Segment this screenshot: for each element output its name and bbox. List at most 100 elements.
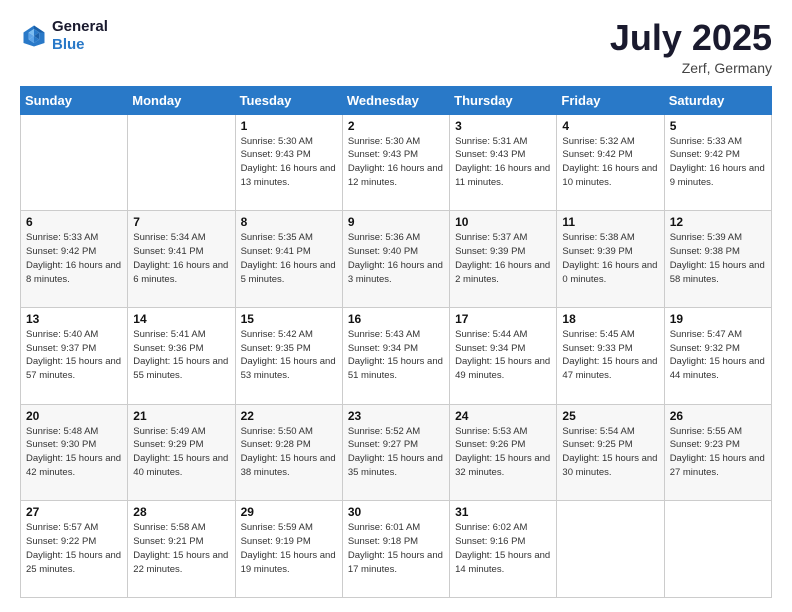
title-block: July 2025 Zerf, Germany — [610, 18, 772, 76]
day-info: Sunrise: 5:41 AMSunset: 9:36 PMDaylight:… — [133, 328, 229, 383]
calendar-cell: 16 Sunrise: 5:43 AMSunset: 9:34 PMDayligh… — [342, 307, 449, 404]
calendar-cell: 20 Sunrise: 5:48 AMSunset: 9:30 PMDayligh… — [21, 404, 128, 501]
day-number: 28 — [133, 505, 229, 519]
day-number: 16 — [348, 312, 444, 326]
day-number: 2 — [348, 119, 444, 133]
calendar-cell: 4 Sunrise: 5:32 AMSunset: 9:42 PMDaylight… — [557, 114, 664, 211]
day-number: 25 — [562, 409, 658, 423]
calendar-week-2: 6 Sunrise: 5:33 AMSunset: 9:42 PMDaylight… — [21, 211, 772, 308]
calendar-cell: 10Sunrise: 5:37 AMSunset: 9:39 PMDayligh… — [450, 211, 557, 308]
calendar-cell: 14 Sunrise: 5:41 AMSunset: 9:36 PMDayligh… — [128, 307, 235, 404]
calendar-cell — [557, 501, 664, 598]
day-info: Sunrise: 5:40 AMSunset: 9:37 PMDaylight:… — [26, 328, 122, 383]
day-info: Sunrise: 5:30 AMSunset: 9:43 PMDaylight:… — [241, 135, 337, 190]
day-number: 13 — [26, 312, 122, 326]
day-info: Sunrise: 5:38 AMSunset: 9:39 PMDaylight:… — [562, 231, 658, 286]
day-number: 27 — [26, 505, 122, 519]
day-info: Sunrise: 5:33 AMSunset: 9:42 PMDaylight:… — [670, 135, 766, 190]
day-number: 14 — [133, 312, 229, 326]
day-number: 17 — [455, 312, 551, 326]
day-number: 22 — [241, 409, 337, 423]
day-number: 26 — [670, 409, 766, 423]
calendar-cell: 28 Sunrise: 5:58 AMSunset: 9:21 PMDayligh… — [128, 501, 235, 598]
calendar-cell: 12 Sunrise: 5:39 AMSunset: 9:38 PMDayligh… — [664, 211, 771, 308]
day-number: 19 — [670, 312, 766, 326]
calendar-cell: 24 Sunrise: 5:53 AMSunset: 9:26 PMDayligh… — [450, 404, 557, 501]
col-sunday: Sunday — [21, 86, 128, 114]
calendar-cell: 18 Sunrise: 5:45 AMSunset: 9:33 PMDayligh… — [557, 307, 664, 404]
day-info: Sunrise: 5:32 AMSunset: 9:42 PMDaylight:… — [562, 135, 658, 190]
page: General Blue July 2025 Zerf, Germany Sun… — [0, 0, 792, 612]
calendar-week-1: 1 Sunrise: 5:30 AMSunset: 9:43 PMDaylight… — [21, 114, 772, 211]
col-tuesday: Tuesday — [235, 86, 342, 114]
calendar-cell — [128, 114, 235, 211]
calendar-cell: 2 Sunrise: 5:30 AMSunset: 9:43 PMDaylight… — [342, 114, 449, 211]
day-number: 5 — [670, 119, 766, 133]
day-number: 20 — [26, 409, 122, 423]
month-title: July 2025 — [610, 18, 772, 58]
col-friday: Friday — [557, 86, 664, 114]
day-info: Sunrise: 5:30 AMSunset: 9:43 PMDaylight:… — [348, 135, 444, 190]
day-info: Sunrise: 5:35 AMSunset: 9:41 PMDaylight:… — [241, 231, 337, 286]
day-info: Sunrise: 5:45 AMSunset: 9:33 PMDaylight:… — [562, 328, 658, 383]
day-number: 30 — [348, 505, 444, 519]
day-number: 11 — [562, 215, 658, 229]
logo-text: General Blue — [52, 18, 108, 54]
day-info: Sunrise: 6:01 AMSunset: 9:18 PMDaylight:… — [348, 521, 444, 576]
day-number: 6 — [26, 215, 122, 229]
calendar-table: Sunday Monday Tuesday Wednesday Thursday… — [20, 86, 772, 598]
day-info: Sunrise: 5:58 AMSunset: 9:21 PMDaylight:… — [133, 521, 229, 576]
col-thursday: Thursday — [450, 86, 557, 114]
day-number: 4 — [562, 119, 658, 133]
calendar-week-4: 20 Sunrise: 5:48 AMSunset: 9:30 PMDayligh… — [21, 404, 772, 501]
day-number: 24 — [455, 409, 551, 423]
day-info: Sunrise: 5:37 AMSunset: 9:39 PMDaylight:… — [455, 231, 551, 286]
day-info: Sunrise: 5:50 AMSunset: 9:28 PMDaylight:… — [241, 425, 337, 480]
calendar-cell: 30 Sunrise: 6:01 AMSunset: 9:18 PMDayligh… — [342, 501, 449, 598]
day-info: Sunrise: 5:49 AMSunset: 9:29 PMDaylight:… — [133, 425, 229, 480]
calendar-cell: 15 Sunrise: 5:42 AMSunset: 9:35 PMDayligh… — [235, 307, 342, 404]
day-info: Sunrise: 5:36 AMSunset: 9:40 PMDaylight:… — [348, 231, 444, 286]
day-info: Sunrise: 5:53 AMSunset: 9:26 PMDaylight:… — [455, 425, 551, 480]
calendar-cell: 23Sunrise: 5:52 AMSunset: 9:27 PMDayligh… — [342, 404, 449, 501]
day-number: 8 — [241, 215, 337, 229]
calendar-cell: 22 Sunrise: 5:50 AMSunset: 9:28 PMDayligh… — [235, 404, 342, 501]
calendar-week-5: 27Sunrise: 5:57 AMSunset: 9:22 PMDayligh… — [21, 501, 772, 598]
calendar-cell: 31 Sunrise: 6:02 AMSunset: 9:16 PMDayligh… — [450, 501, 557, 598]
calendar-cell — [664, 501, 771, 598]
calendar-cell: 3Sunrise: 5:31 AMSunset: 9:43 PMDaylight… — [450, 114, 557, 211]
calendar-cell — [21, 114, 128, 211]
location: Zerf, Germany — [610, 60, 772, 76]
day-number: 7 — [133, 215, 229, 229]
calendar-week-3: 13 Sunrise: 5:40 AMSunset: 9:37 PMDayligh… — [21, 307, 772, 404]
calendar-cell: 25Sunrise: 5:54 AMSunset: 9:25 PMDayligh… — [557, 404, 664, 501]
day-info: Sunrise: 5:42 AMSunset: 9:35 PMDaylight:… — [241, 328, 337, 383]
calendar-cell: 1 Sunrise: 5:30 AMSunset: 9:43 PMDaylight… — [235, 114, 342, 211]
day-info: Sunrise: 5:43 AMSunset: 9:34 PMDaylight:… — [348, 328, 444, 383]
day-number: 15 — [241, 312, 337, 326]
logo: General Blue — [20, 18, 108, 54]
day-info: Sunrise: 5:52 AMSunset: 9:27 PMDaylight:… — [348, 425, 444, 480]
day-number: 12 — [670, 215, 766, 229]
day-info: Sunrise: 5:33 AMSunset: 9:42 PMDaylight:… — [26, 231, 122, 286]
day-info: Sunrise: 5:48 AMSunset: 9:30 PMDaylight:… — [26, 425, 122, 480]
day-number: 18 — [562, 312, 658, 326]
col-saturday: Saturday — [664, 86, 771, 114]
header: General Blue July 2025 Zerf, Germany — [20, 18, 772, 76]
calendar-cell: 26Sunrise: 5:55 AMSunset: 9:23 PMDayligh… — [664, 404, 771, 501]
day-info: Sunrise: 6:02 AMSunset: 9:16 PMDaylight:… — [455, 521, 551, 576]
day-info: Sunrise: 5:39 AMSunset: 9:38 PMDaylight:… — [670, 231, 766, 286]
day-number: 1 — [241, 119, 337, 133]
calendar-cell: 27Sunrise: 5:57 AMSunset: 9:22 PMDayligh… — [21, 501, 128, 598]
day-number: 21 — [133, 409, 229, 423]
day-info: Sunrise: 5:34 AMSunset: 9:41 PMDaylight:… — [133, 231, 229, 286]
logo-icon — [20, 22, 48, 50]
calendar-cell: 5 Sunrise: 5:33 AMSunset: 9:42 PMDaylight… — [664, 114, 771, 211]
calendar-cell: 6 Sunrise: 5:33 AMSunset: 9:42 PMDaylight… — [21, 211, 128, 308]
day-info: Sunrise: 5:59 AMSunset: 9:19 PMDaylight:… — [241, 521, 337, 576]
calendar-cell: 17Sunrise: 5:44 AMSunset: 9:34 PMDayligh… — [450, 307, 557, 404]
day-number: 31 — [455, 505, 551, 519]
calendar-cell: 11 Sunrise: 5:38 AMSunset: 9:39 PMDayligh… — [557, 211, 664, 308]
calendar-cell: 9Sunrise: 5:36 AMSunset: 9:40 PMDaylight… — [342, 211, 449, 308]
calendar-cell: 29Sunrise: 5:59 AMSunset: 9:19 PMDayligh… — [235, 501, 342, 598]
